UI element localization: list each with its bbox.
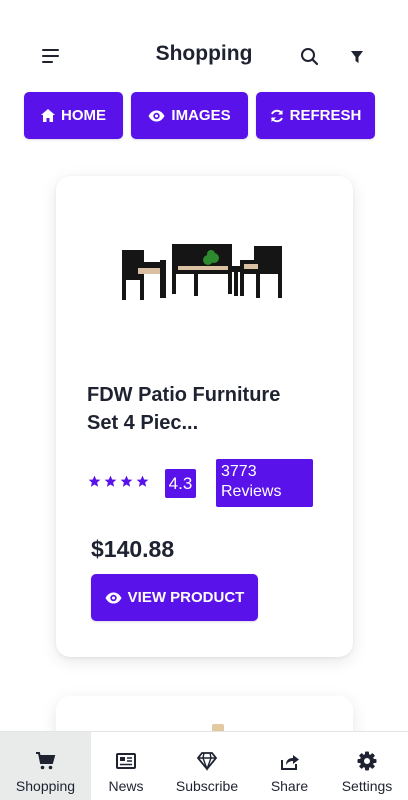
cart-icon — [35, 752, 55, 770]
nav-item-subscribe[interactable]: Subscribe — [161, 732, 253, 800]
view-product-button[interactable]: VIEW PRODUCT — [91, 574, 258, 621]
nav-label: News — [108, 778, 144, 794]
gear-icon — [357, 751, 377, 771]
filter-icon[interactable] — [348, 48, 366, 66]
home-button-label: HOME — [61, 107, 106, 124]
nav-item-shopping[interactable]: Shopping — [0, 732, 91, 800]
newspaper-icon — [116, 753, 136, 769]
eye-icon — [105, 592, 122, 603]
nav-item-share[interactable]: Share — [253, 732, 326, 800]
home-icon — [41, 109, 55, 122]
nav-label: Subscribe — [175, 778, 239, 794]
reviews-badge[interactable]: 3773 Reviews — [216, 459, 313, 507]
rating-row: 4.3 3773 Reviews — [88, 459, 328, 507]
view-product-label: VIEW PRODUCT — [127, 589, 245, 606]
nav-label: Settings — [341, 778, 393, 794]
product-price: $140.88 — [91, 536, 175, 562]
star-rating — [88, 475, 149, 488]
nav-label: Share — [270, 778, 309, 794]
refresh-button[interactable]: REFRESH — [256, 92, 375, 139]
product-title: FDW Patio Furniture Set 4 Piec... — [87, 384, 281, 434]
nav-label: Shopping — [15, 778, 76, 794]
share-icon — [280, 755, 299, 770]
rating-badge: 4.3 — [165, 469, 196, 498]
home-button[interactable]: HOME — [24, 92, 123, 139]
star-icon — [104, 475, 117, 487]
eye-icon — [148, 110, 165, 121]
refresh-button-label: REFRESH — [289, 107, 362, 124]
action-bar: HOME IMAGES REFRESH — [24, 92, 384, 140]
nav-item-settings[interactable]: Settings — [326, 732, 408, 800]
nav-item-news[interactable]: News — [91, 732, 161, 800]
star-icon — [136, 475, 149, 487]
refresh-icon — [270, 109, 283, 122]
page-title: Shopping — [155, 42, 253, 65]
diamond-icon — [196, 752, 218, 772]
product-image — [122, 244, 282, 300]
search-icon[interactable] — [299, 46, 321, 68]
star-icon — [88, 475, 101, 487]
product-card: FDW Patio Furniture Set 4 Piec... 4.3 37… — [56, 176, 353, 657]
app-header: Shopping — [0, 0, 408, 90]
images-button[interactable]: IMAGES — [131, 92, 248, 139]
images-button-label: IMAGES — [171, 107, 231, 124]
star-icon — [120, 475, 133, 487]
bottom-nav: Shopping News Subscribe Share Settings — [0, 731, 408, 800]
